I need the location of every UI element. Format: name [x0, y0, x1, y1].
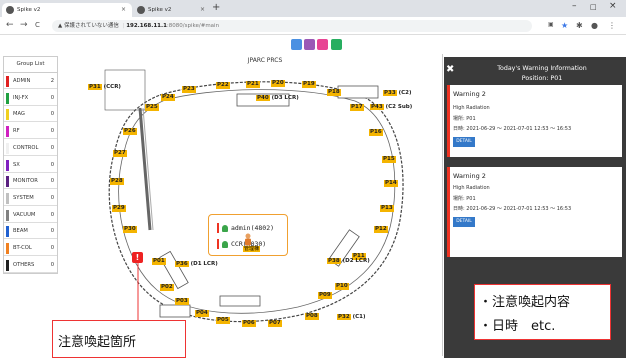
point-label[interactable]: P29 [112, 205, 126, 212]
warning-dates: 日時: 2021-06-29 ～ 2021-07-01 12:53 ～ 16:5… [453, 206, 572, 212]
point-label[interactable]: P10 [335, 283, 349, 290]
warning-title: Warning 2 [453, 90, 486, 98]
warning-type: High Radiation [453, 105, 490, 111]
warning-position: Position: P01 [521, 75, 563, 82]
ring-outer [108, 81, 404, 323]
building-south [159, 304, 191, 318]
point-label[interactable]: P05 [216, 317, 230, 324]
close-icon[interactable]: ✖ [446, 64, 454, 75]
point-label[interactable]: P27 [113, 150, 127, 157]
bookmark-star-icon[interactable]: ★ [561, 21, 568, 30]
person-marker-icon[interactable] [243, 233, 253, 247]
warning-place: 場所: P01 [453, 116, 476, 122]
point-label[interactable]: P15 [382, 156, 396, 163]
point-label[interactable]: P24 [161, 94, 175, 101]
point-label[interactable]: P21 [246, 81, 260, 88]
building-d1 [159, 250, 189, 290]
warning-type: High Radiation [453, 185, 490, 191]
window-close-button[interactable]: × [609, 1, 617, 11]
browser-menu-icon[interactable]: ⋮ [608, 21, 616, 30]
point-label[interactable]: P23 [182, 86, 196, 93]
building-c1 [219, 295, 261, 307]
point-label[interactable]: P30 [123, 226, 137, 233]
maximize-button[interactable]: □ [590, 3, 597, 11]
user-icon [222, 240, 228, 248]
point-label[interactable]: P19 [302, 81, 316, 88]
tagged-label-c2-sub[interactable]: P43 (C2 Sub) [370, 104, 412, 111]
point-label[interactable]: P12 [374, 226, 388, 233]
point-label[interactable]: P08 [305, 313, 319, 320]
tagged-label-ccr[interactable]: P31 (CCR) [88, 84, 121, 91]
point-label[interactable]: P13 [380, 205, 394, 212]
severity-bar [447, 85, 450, 157]
tagged-label-c1[interactable]: P32 (C1) [337, 314, 366, 321]
point-label[interactable]: P04 [195, 310, 209, 317]
profile-icon[interactable]: ● [591, 21, 598, 30]
point-label[interactable]: P09 [318, 292, 332, 299]
warning-dates: 日時: 2021-06-29 ～ 2021-07-01 12:53 ～ 16:5… [453, 126, 572, 132]
warning-card: Warning 2 High Radiation 場所: P01 日時: 202… [447, 85, 622, 157]
detail-button[interactable]: DETAIL [453, 137, 475, 147]
tagged-label-d3[interactable]: P40 (D3 LCR) [256, 95, 299, 102]
tagged-label-c2[interactable]: P33 (C2) [383, 90, 412, 97]
building-c2 [337, 85, 379, 99]
person-label: 管理棟 [243, 246, 261, 252]
tagged-label-d1[interactable]: P36 (D1 LCR) [175, 261, 218, 268]
point-label[interactable]: P18 [327, 89, 341, 96]
annotation-left: 注意喚起箇所 [52, 320, 186, 358]
point-label[interactable]: P26 [123, 128, 137, 135]
point-label[interactable]: P06 [242, 320, 256, 327]
extensions-icon[interactable]: ✱ [576, 21, 583, 30]
status-bar [217, 239, 219, 249]
accelerator-map [104, 69, 404, 323]
warning-title: Warning 2 [453, 172, 486, 180]
minimize-button[interactable]: – [572, 1, 577, 11]
translate-icon[interactable]: ▣ [548, 21, 554, 28]
status-bar [217, 223, 219, 233]
tagged-label-d2[interactable]: P38 (D2 LCR) [327, 258, 370, 265]
point-label[interactable]: P28 [110, 178, 124, 185]
severity-bar [447, 167, 450, 257]
point-label[interactable]: P02 [160, 284, 174, 291]
point-label[interactable]: P03 [175, 298, 189, 305]
warning-card: Warning 2 High Radiation 場所: P01 日時: 202… [447, 167, 622, 257]
warning-place: 場所: P01 [453, 196, 476, 202]
detail-button[interactable]: DETAIL [453, 217, 475, 227]
annotation-right: ・注意喚起内容 ・日時 etc. [474, 284, 611, 340]
point-label[interactable]: P20 [271, 80, 285, 87]
point-label[interactable]: P17 [350, 104, 364, 111]
point-label[interactable]: P16 [369, 129, 383, 136]
point-label[interactable]: P25 [145, 104, 159, 111]
app-root: Spike v2 × Spike v2 × + – □ × ← → C ▲ 保護… [0, 0, 626, 358]
panel-divider [442, 54, 443, 356]
ring-inner [118, 89, 396, 314]
warning-mark-icon[interactable]: ! [132, 252, 143, 263]
point-label[interactable]: P22 [216, 82, 230, 89]
point-label[interactable]: P07 [268, 320, 282, 327]
point-label[interactable]: P01 [152, 258, 166, 265]
user-icon [222, 224, 228, 232]
warning-panel-title: Today's Warning Information Position: P0… [458, 64, 626, 84]
point-label[interactable]: P14 [384, 180, 398, 187]
user-name: admin(4802) [231, 224, 275, 232]
